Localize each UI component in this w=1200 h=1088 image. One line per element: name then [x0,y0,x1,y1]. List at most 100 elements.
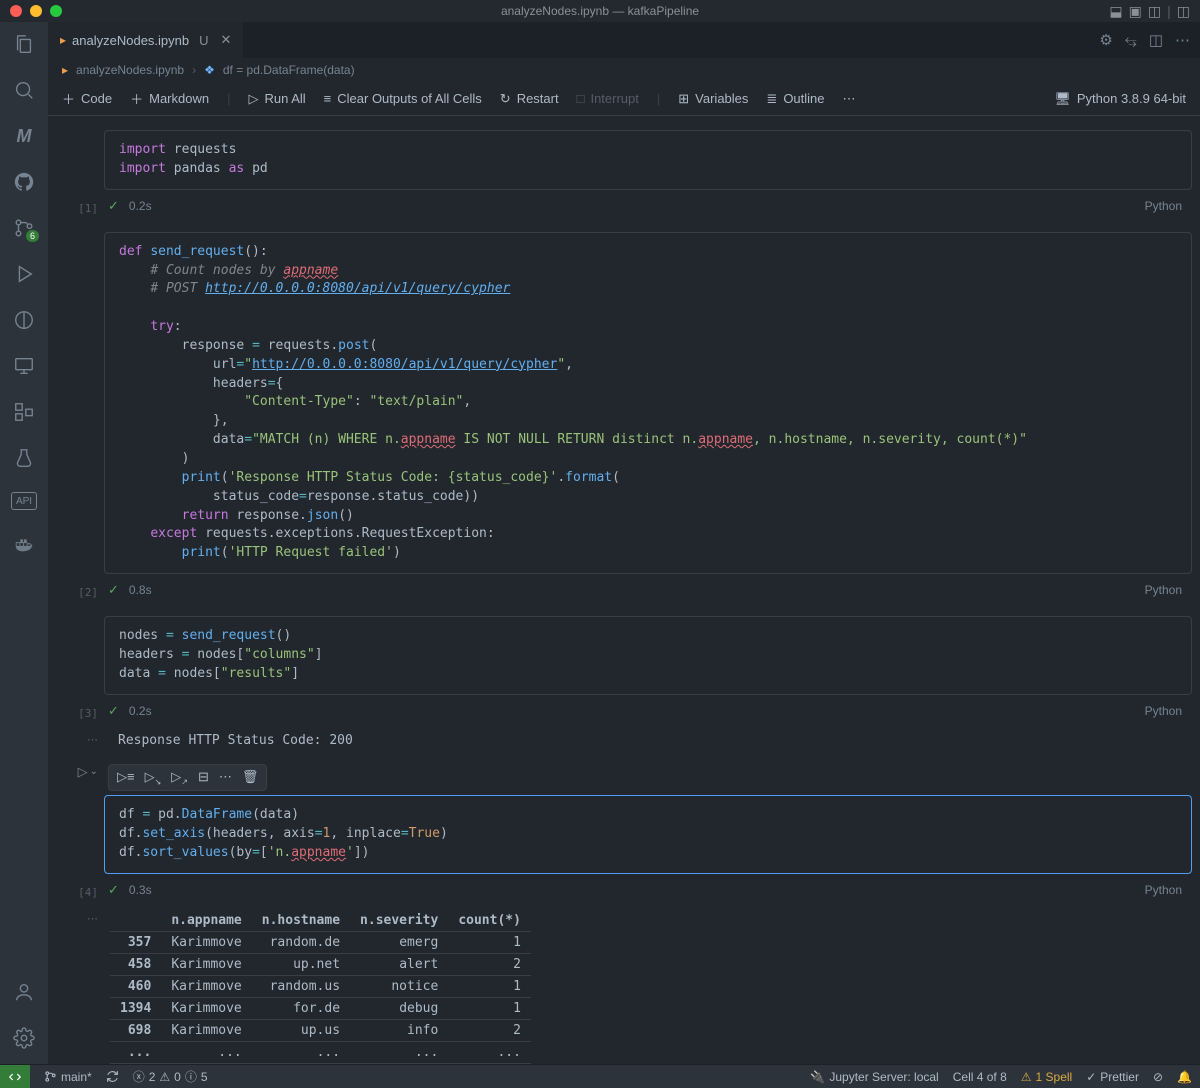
interrupt-button[interactable]: □Interrupt [577,91,639,106]
jupyter-server-button[interactable]: 🔌 Jupyter Server: local [810,1070,938,1084]
symbol-icon: ❖ [204,63,215,77]
error-count: 2 [149,1070,156,1084]
split-cell-icon[interactable]: ⊟ [198,769,209,787]
search-icon[interactable] [12,78,36,102]
plug-icon: 🔌 [810,1070,825,1084]
run-above-icon[interactable]: ▷↗ [171,769,188,787]
run-all-button[interactable]: ▷Run All [248,91,305,107]
notebook-toolbar: ＋Code ＋Markdown | ▷Run All ≡Clear Output… [48,82,1200,116]
code-cell: def send_request(): # Count nodes by app… [48,232,1192,574]
monitor-icon[interactable] [12,354,36,378]
cell-lang[interactable]: Python [1145,704,1188,718]
table-row: 1394Karimmovefor.dedebug1 [110,997,531,1019]
code-editor[interactable]: def send_request(): # Count nodes by app… [104,232,1192,574]
layout-icon-1[interactable]: ⬓ [1109,3,1122,20]
delete-cell-icon[interactable]: 🗑 [242,769,259,787]
add-code-button[interactable]: ＋Code [62,89,112,108]
clear-outputs-button[interactable]: ≡Clear Outputs of All Cells [324,91,482,106]
dataframe-output: n.appnamen.hostnamen.severitycount(*)357… [104,906,1192,1064]
breadcrumb-symbol: df = pd.DataFrame(data) [223,63,355,77]
table-header: n.appname [161,910,251,932]
code-editor[interactable]: import requests import pandas as pd [104,130,1192,190]
minimize-window-button[interactable] [30,5,42,17]
cell-lang[interactable]: Python [1145,583,1188,597]
extensions-icon[interactable] [12,400,36,424]
exec-count: [2] [78,586,98,599]
tab-name: analyzeNodes.ipynb [72,33,189,48]
check-icon: ✓ [108,703,119,719]
more-icon[interactable]: ⋯ [1175,31,1190,49]
activity-bar: M 6 API [0,22,48,1064]
restart-button[interactable]: ↻Restart [500,91,559,107]
breadcrumb-file: analyzeNodes.ipynb [76,63,184,77]
branch-button[interactable]: main* [44,1070,92,1084]
run-cell-icon[interactable]: ▷↘ [145,769,162,787]
cell-lang[interactable]: Python [1145,199,1188,213]
play-cell-icon[interactable]: ▷ [78,764,88,780]
exec-count: [1] [78,202,98,215]
close-tab-icon[interactable]: ✕ [221,32,232,48]
table-header: n.hostname [252,910,350,932]
layout-icon-3[interactable]: ◫ [1148,3,1161,20]
editor-tab[interactable]: ▸ analyzeNodes.ipynb U ✕ [48,22,244,58]
status-bar: main* ⓧ2 ⚠0 ⓘ5 🔌 Jupyter Server: local C… [0,1064,1200,1088]
check-icon: ✓ [1086,1070,1096,1084]
server-icon: 🖥 [1054,91,1071,107]
split-editor-icon[interactable]: ◫ [1149,31,1163,49]
exec-count: [4] [78,886,98,899]
explorer-icon[interactable] [12,32,36,56]
cell-position[interactable]: Cell 4 of 8 [953,1070,1007,1084]
table-row: ............... [110,1041,531,1063]
spell-check-button[interactable]: ⚠1 Spell [1021,1070,1072,1084]
chevron-down-icon[interactable]: ⌄ [90,766,98,777]
notebook-icon: ▸ [62,63,68,77]
code-editor[interactable]: df = pd.DataFrame(data) df.set_axis(head… [104,795,1192,874]
toolbar-more-icon[interactable]: ⋯ [843,91,856,107]
outline-button[interactable]: ≣Outline [766,91,824,107]
table-header: n.severity [350,910,448,932]
remote-explorer-icon[interactable] [12,308,36,332]
code-editor[interactable]: nodes = send_request() headers = nodes["… [104,616,1192,695]
prettier-button[interactable]: ✓ Prettier [1086,1070,1139,1084]
title-bar: analyzeNodes.ipynb — kafkaPipeline ⬓ ▣ ◫… [0,0,1200,22]
docker-icon[interactable] [12,532,36,556]
layout-icon-2[interactable]: ▣ [1129,3,1142,20]
sync-button[interactable] [106,1070,119,1083]
more-cell-icon[interactable]: ⋯ [219,769,232,787]
table-header: count(*) [448,910,531,932]
diff-icon[interactable]: ⥃ [1125,32,1137,49]
table-row: 458Karimmoveup.netalert2 [110,953,531,975]
remote-button[interactable] [0,1065,30,1088]
zoom-window-button[interactable] [50,5,62,17]
problems-button[interactable]: ⓧ2 ⚠0 ⓘ5 [133,1068,208,1085]
api-icon[interactable]: API [11,492,37,510]
accounts-icon[interactable] [12,980,36,1004]
code-cell-active: ▷ ⌄ ▷≡ ▷↘ ▷↗ ⊟ ⋯ 🗑 df = pd. [48,764,1192,874]
window-title: analyzeNodes.ipynb — kafkaPipeline [501,4,699,18]
gear-icon[interactable]: ⚙ [1099,31,1112,49]
monogram-icon[interactable]: M [12,124,36,148]
feedback-icon[interactable]: ⊘ [1153,1070,1163,1084]
check-icon: ✓ [108,882,119,898]
breadcrumb[interactable]: ▸ analyzeNodes.ipynb › ❖ df = pd.DataFra… [48,58,1200,82]
code-cell: import requests import pandas as pd [48,130,1192,190]
branch-name: main* [61,1070,92,1084]
check-icon: ✓ [108,582,119,598]
cell-lang[interactable]: Python [1145,883,1188,897]
code-cell: nodes = send_request() headers = nodes["… [48,616,1192,695]
testing-icon[interactable] [12,446,36,470]
add-markdown-button[interactable]: ＋Markdown [130,89,209,108]
source-control-icon[interactable]: 6 [12,216,36,240]
layout-icon-4[interactable]: ◫ [1177,3,1190,20]
settings-gear-icon[interactable] [12,1026,36,1050]
github-icon[interactable] [12,170,36,194]
close-window-button[interactable] [10,5,22,17]
run-by-line-icon[interactable]: ▷≡ [117,769,135,787]
variables-button[interactable]: ⊞Variables [678,91,748,107]
table-row: 698Karimmoveup.usinfo2 [110,1019,531,1041]
interpreter-button[interactable]: 🖥 Python 3.8.9 64-bit [1054,91,1186,107]
debug-icon[interactable] [12,262,36,286]
bell-icon[interactable]: 🔔 [1177,1070,1192,1084]
notebook[interactable]: import requests import pandas as pd [1] … [48,116,1200,1064]
exec-count: [3] [78,707,98,720]
